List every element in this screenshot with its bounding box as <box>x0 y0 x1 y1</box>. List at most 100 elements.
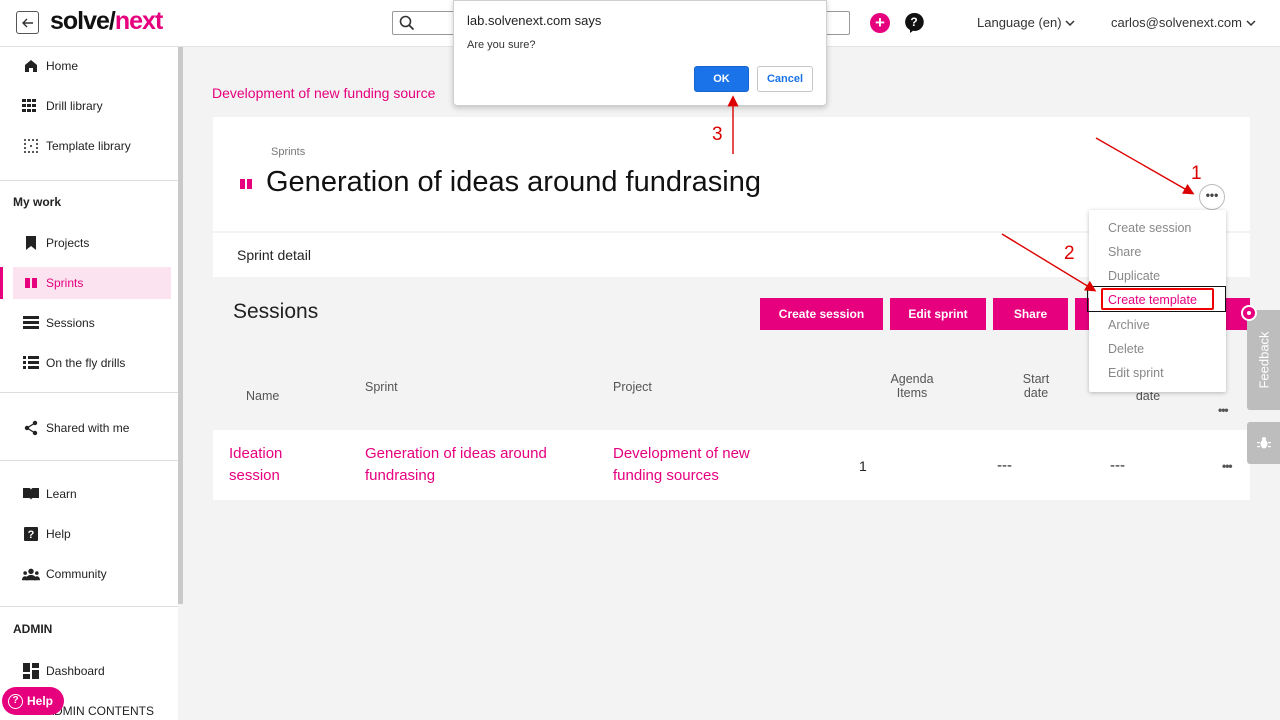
help-pill-label: Help <box>27 694 54 708</box>
sprint-detail-tab[interactable]: Sprint detail <box>237 247 311 263</box>
sidebar-item-projects[interactable]: Projects <box>13 227 171 259</box>
create-session-button[interactable]: Create session <box>760 298 883 330</box>
column-header-start-date[interactable]: Start date <box>1008 372 1064 400</box>
cell-line: Development of new <box>613 445 750 462</box>
chevron-down-icon <box>1065 20 1075 27</box>
search-icon <box>399 15 415 31</box>
start-date-value: --- <box>997 457 1012 474</box>
menu-item-duplicate[interactable]: Duplicate <box>1108 269 1160 283</box>
sidebar-item-learn[interactable]: Learn <box>13 478 171 510</box>
sidebar-item-drill-library[interactable]: Drill library <box>13 90 171 122</box>
edit-sprint-button[interactable]: Edit sprint <box>890 298 986 330</box>
more-options-button[interactable]: ••• <box>1199 184 1225 210</box>
dashboard-icon <box>22 662 40 680</box>
sidebar-item-template-library[interactable]: Template library <box>13 130 171 162</box>
share-button[interactable]: Share <box>993 298 1068 330</box>
sidebar-item-help[interactable]: ? Help <box>13 518 171 550</box>
home-icon <box>22 57 40 75</box>
feedback-label: Feedback <box>1256 331 1272 389</box>
active-indicator <box>0 267 3 299</box>
sidebar-item-label: Drill library <box>46 99 103 113</box>
table-options-icon[interactable]: ••• <box>1218 403 1229 417</box>
people-icon <box>22 565 40 583</box>
sessions-heading: Sessions <box>233 300 319 323</box>
help-icon[interactable]: ? <box>904 12 924 34</box>
sidebar-item-label: Home <box>46 59 79 73</box>
record-icon[interactable] <box>1241 305 1257 321</box>
breadcrumb[interactable]: Development of new funding source <box>212 85 435 101</box>
user-menu[interactable]: carlos@solvenext.com <box>1111 15 1256 30</box>
sidebar-item-label: Community <box>46 567 107 581</box>
help-floating-button[interactable]: ? Help <box>2 687 64 715</box>
language-selector[interactable]: Language (en) <box>977 15 1075 30</box>
annotation-number-3: 3 <box>712 124 723 145</box>
section-my-work: My work <box>13 195 62 209</box>
header-line: date <box>1023 386 1049 400</box>
sidebar-divider <box>0 392 178 393</box>
section-admin: ADMIN <box>13 622 53 636</box>
annotation-number-1: 1 <box>1191 163 1202 184</box>
end-date-value: --- <box>1110 457 1125 474</box>
sidebar-item-sessions[interactable]: Sessions <box>13 307 171 339</box>
annotation-number-2: 2 <box>1064 243 1075 264</box>
sidebar-item-label: Shared with me <box>46 421 130 435</box>
logo-part1: solve/ <box>50 7 116 35</box>
sprint-link[interactable]: Generation of ideas around fundrasing <box>365 443 547 487</box>
sidebar-item-shared-with-me[interactable]: Shared with me <box>13 412 171 444</box>
column-header-name[interactable]: Name <box>246 389 279 403</box>
svg-text:?: ? <box>28 529 35 541</box>
page-title: Generation of ideas around fundrasing <box>266 166 761 198</box>
bug-report-tab[interactable] <box>1247 422 1280 464</box>
cancel-button[interactable]: Cancel <box>757 66 813 92</box>
sprint-icon <box>240 179 252 189</box>
menu-item-create-template[interactable]: Create template <box>1108 293 1197 307</box>
ok-button[interactable]: OK <box>694 66 749 92</box>
session-name-link[interactable]: Ideation session <box>229 443 282 487</box>
header-line: Agenda <box>890 372 934 386</box>
sidebar-item-sprints[interactable]: Sprints <box>13 267 171 299</box>
bug-icon <box>1256 437 1271 449</box>
menu-item-delete[interactable]: Delete <box>1108 342 1144 356</box>
sidebar-item-on-the-fly-drills[interactable]: On the fly drills <box>13 347 171 379</box>
list-icon <box>22 354 40 372</box>
dialog-message: Are you sure? <box>467 39 536 51</box>
logo[interactable]: solve/next <box>50 7 163 36</box>
add-button[interactable]: + <box>870 13 890 33</box>
question-icon: ? <box>8 693 23 709</box>
sidebar-item-home[interactable]: Home <box>13 50 171 82</box>
svg-text:?: ? <box>910 15 917 29</box>
sessions-icon <box>22 314 40 332</box>
cell-line: Ideation <box>229 445 283 462</box>
user-email: carlos@solvenext.com <box>1111 15 1242 30</box>
cell-line: funding sources <box>613 467 719 484</box>
menu-item-archive[interactable]: Archive <box>1108 318 1150 332</box>
arrow-left-icon <box>21 18 33 27</box>
sidebar-divider <box>0 180 178 181</box>
column-header-project[interactable]: Project <box>613 380 652 394</box>
section-label: Sprints <box>271 146 306 158</box>
menu-item-create-session[interactable]: Create session <box>1108 221 1191 235</box>
book-icon <box>22 485 40 503</box>
bookmark-icon <box>22 234 40 252</box>
dotted-grid-icon <box>22 137 40 155</box>
sidebar-item-label: Sprints <box>46 276 84 290</box>
cell-line: Generation of ideas around <box>365 445 547 462</box>
project-link[interactable]: Development of new funding sources <box>613 443 750 487</box>
sidebar-item-community[interactable]: Community <box>13 558 171 590</box>
sidebar-divider <box>0 460 178 461</box>
sidebar-item-label: Projects <box>46 236 90 250</box>
row-options-icon[interactable]: ••• <box>1222 459 1233 473</box>
menu-item-share[interactable]: Share <box>1108 245 1141 259</box>
sidebar-item-dashboard[interactable]: Dashboard <box>13 655 171 687</box>
header-line: Start <box>1022 372 1050 386</box>
sidebar-item-label: Learn <box>46 487 77 501</box>
chevron-down-icon <box>1246 20 1256 27</box>
sidebar-item-label: Template library <box>46 139 131 153</box>
column-header-agenda-items[interactable]: Agenda Items <box>880 372 944 400</box>
sprint-icon <box>22 274 40 292</box>
column-header-sprint[interactable]: Sprint <box>365 380 398 394</box>
menu-item-edit-sprint[interactable]: Edit sprint <box>1108 366 1164 380</box>
back-button[interactable] <box>16 11 39 34</box>
sidebar-item-label: On the fly drills <box>46 356 126 370</box>
sidebar-scrollbar[interactable] <box>178 47 183 604</box>
